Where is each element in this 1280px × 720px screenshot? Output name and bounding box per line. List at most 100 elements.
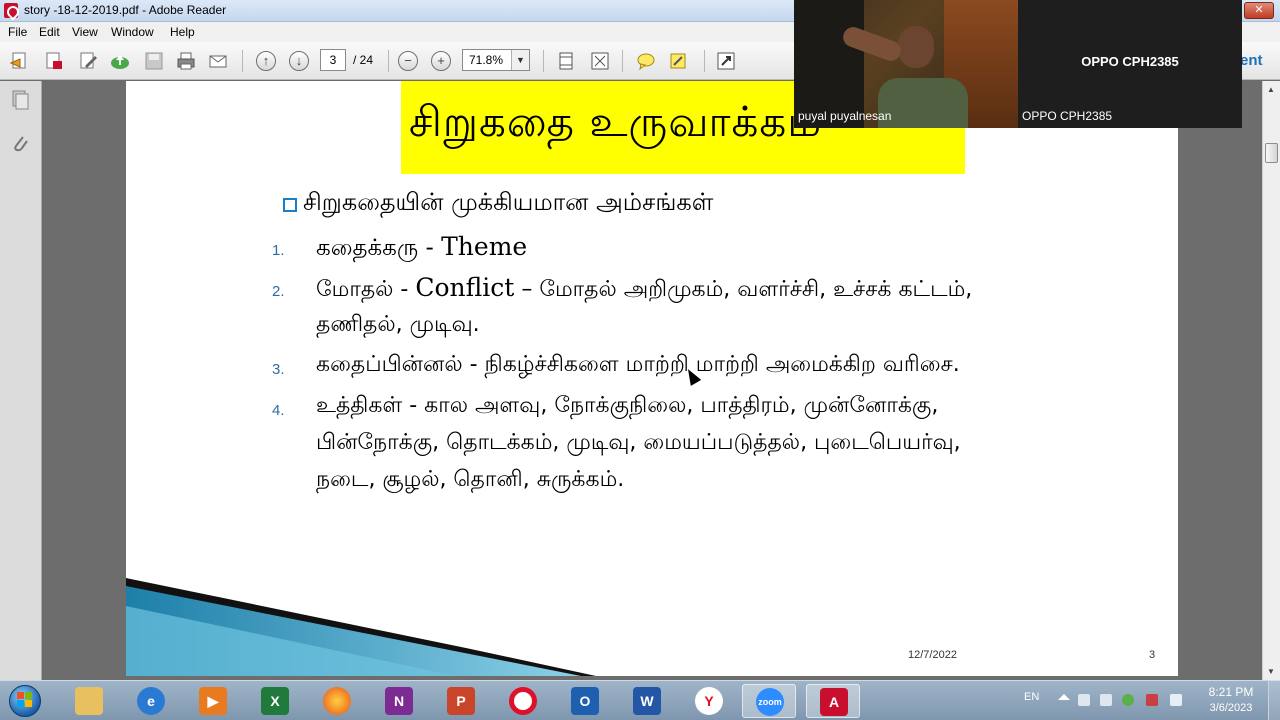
- list-item-detail: – மோதல் அறிமுகம், வளர்ச்சி, உச்சக் கட்டம…: [514, 277, 973, 302]
- arrow-up-icon: ↑: [262, 53, 270, 68]
- open-file-icon[interactable]: [10, 51, 30, 71]
- toolbar-separator: [704, 50, 705, 72]
- network-status-icon[interactable]: [1122, 694, 1134, 706]
- menu-window[interactable]: Window: [111, 25, 154, 39]
- taskbar-yandex[interactable]: Y: [682, 684, 736, 718]
- fit-window-icon[interactable]: [590, 51, 610, 71]
- participant-video[interactable]: puyal puyalnesan: [794, 0, 1018, 128]
- taskbar-word[interactable]: W: [620, 684, 674, 718]
- menu-view[interactable]: View: [72, 25, 98, 39]
- next-page-button[interactable]: ↓: [289, 51, 309, 71]
- arrow-down-icon: ↓: [295, 53, 303, 68]
- opera-icon: [509, 687, 537, 715]
- list-item: கதைப்பின்னல் - நிகழ்ச்சிகளை மாற்றி மாற்ற…: [316, 352, 960, 377]
- taskbar-zoom[interactable]: zoom: [742, 684, 796, 718]
- comment-icon[interactable]: [636, 51, 656, 71]
- create-pdf-icon[interactable]: [44, 51, 64, 71]
- taskbar-firefox[interactable]: [310, 684, 364, 718]
- close-window-button[interactable]: ✕: [1244, 2, 1274, 19]
- power-icon[interactable]: [1146, 694, 1158, 706]
- taskbar-onenote[interactable]: N: [372, 684, 426, 718]
- list-item-english: Conflict: [415, 273, 515, 302]
- outlook-icon: O: [571, 687, 599, 715]
- zoom-level-select[interactable]: 71.8% ▼: [462, 49, 530, 71]
- signal-icon[interactable]: [1170, 694, 1182, 706]
- sign-icon[interactable]: [668, 51, 688, 71]
- powerpoint-icon: P: [447, 687, 475, 715]
- taskbar-internet-explorer[interactable]: e: [124, 684, 178, 718]
- taskbar-powerpoint[interactable]: P: [434, 684, 488, 718]
- taskbar-opera[interactable]: [496, 684, 550, 718]
- onenote-icon: N: [385, 687, 413, 715]
- list-item: மோதல் - Conflict – மோதல் அறிமுகம், வளர்ச…: [316, 273, 972, 305]
- excel-icon: X: [261, 687, 289, 715]
- tools-panel-label[interactable]: ent: [1240, 52, 1263, 69]
- checkbox-bullet-icon: [283, 198, 297, 212]
- taskbar-outlook[interactable]: O: [558, 684, 612, 718]
- firefox-icon: [323, 687, 351, 715]
- participant-name: OPPO CPH2385: [1022, 109, 1113, 123]
- list-item: கதைக்கரு - Theme: [316, 232, 527, 264]
- list-item-english: Theme: [441, 232, 528, 261]
- expand-icon[interactable]: [716, 51, 736, 71]
- email-icon[interactable]: [208, 51, 228, 71]
- save-icon[interactable]: [144, 51, 164, 71]
- taskbar-acrobat[interactable]: A: [806, 684, 860, 718]
- participant-figure: [898, 26, 934, 68]
- scrollbar-thumb[interactable]: [1265, 143, 1278, 163]
- document-area[interactable]: சிறுகதை உருவாக்கம் சிறுகதையின் முக்கியமா…: [42, 81, 1262, 680]
- show-desktop-button[interactable]: [1268, 680, 1280, 720]
- edit-icon[interactable]: [78, 51, 98, 71]
- participant-name: puyal puyalnesan: [798, 109, 892, 123]
- show-hidden-icons-icon[interactable]: [1058, 694, 1070, 700]
- taskbar-excel[interactable]: X: [248, 684, 302, 718]
- slide-footer-date: 12/7/2022: [908, 649, 957, 661]
- yandex-icon: Y: [695, 687, 723, 715]
- pdf-page: சிறுகதை உருவாக்கம் சிறுகதையின் முக்கியமா…: [126, 81, 1178, 676]
- page-number-input[interactable]: 3: [320, 49, 346, 71]
- slide-heading: சிறுகதையின் முக்கியமான அம்சங்கள்: [303, 188, 714, 216]
- scroll-up-icon[interactable]: ▲: [1267, 85, 1275, 94]
- zoom-out-button[interactable]: −: [398, 51, 418, 71]
- list-number: 3.: [272, 361, 285, 378]
- list-item-continuation: பின்நோக்கு, தொடக்கம், முடிவு, மையப்படுத்…: [316, 430, 961, 455]
- adobe-reader-icon: [4, 3, 18, 18]
- action-center-icon[interactable]: [1078, 694, 1090, 706]
- zoom-value: 71.8%: [469, 53, 504, 67]
- toolbar-separator: [242, 50, 243, 72]
- language-indicator[interactable]: EN: [1024, 691, 1039, 703]
- taskbar-media-player[interactable]: ▶: [186, 684, 240, 718]
- page-thumbnails-icon[interactable]: [10, 89, 30, 111]
- taskbar-explorer[interactable]: [62, 684, 116, 718]
- clock-date[interactable]: 3/6/2023: [1200, 702, 1262, 714]
- participant-figure: [878, 78, 968, 128]
- total-pages: / 24: [353, 53, 374, 67]
- windows-logo-icon: [17, 692, 33, 708]
- menu-edit[interactable]: Edit: [39, 25, 60, 39]
- toolbar-separator: [543, 50, 544, 72]
- plus-icon: +: [437, 53, 445, 68]
- clock-time[interactable]: 8:21 PM: [1200, 685, 1262, 699]
- menu-help[interactable]: Help: [170, 25, 195, 39]
- decorative-swoosh: [126, 578, 596, 676]
- fit-page-scroll-icon[interactable]: [556, 51, 576, 71]
- volume-icon[interactable]: [1100, 694, 1112, 706]
- participant-tile[interactable]: OPPO CPH2385 OPPO CPH2385: [1018, 0, 1242, 128]
- list-item-continuation: தணிதல், முடிவு.: [316, 312, 480, 337]
- print-icon[interactable]: [176, 51, 196, 71]
- menu-file[interactable]: File: [8, 25, 27, 39]
- chevron-down-icon[interactable]: ▼: [511, 50, 529, 70]
- attachments-icon[interactable]: [10, 133, 30, 155]
- word-icon: W: [633, 687, 661, 715]
- list-number: 4.: [272, 402, 285, 419]
- window-title: story -18-12-2019.pdf - Adobe Reader: [24, 3, 227, 17]
- folder-icon: [75, 687, 103, 715]
- acrobat-icon: A: [820, 688, 848, 716]
- slide-title: சிறுகதை உருவாக்கம்: [409, 97, 823, 146]
- vertical-scrollbar[interactable]: ▲ ▼: [1262, 81, 1280, 680]
- start-button[interactable]: [4, 683, 44, 719]
- previous-page-button[interactable]: ↑: [256, 51, 276, 71]
- scroll-down-icon[interactable]: ▼: [1267, 667, 1275, 676]
- cloud-upload-icon[interactable]: [110, 51, 130, 71]
- zoom-in-button[interactable]: +: [431, 51, 451, 71]
